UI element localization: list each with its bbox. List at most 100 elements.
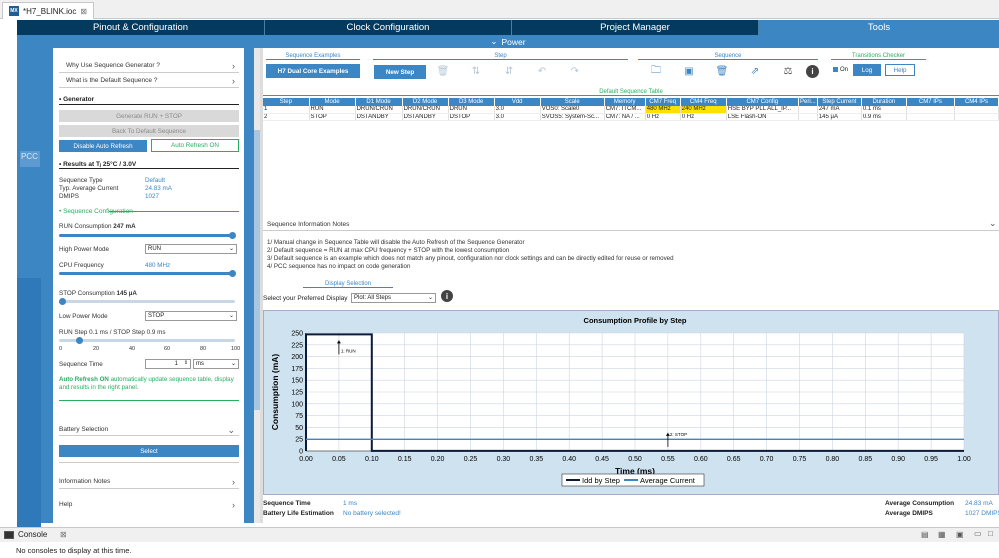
table-cell[interactable]: [906, 113, 955, 121]
tab-pinout-configuration[interactable]: Pinout & Configuration: [17, 20, 265, 35]
display-console-icon[interactable]: ▣: [956, 530, 964, 539]
disable-auto-refresh-button[interactable]: Disable Auto Refresh: [59, 140, 147, 152]
battery-select-button[interactable]: Select: [59, 445, 239, 457]
cpu-frequency-slider[interactable]: [59, 270, 236, 277]
battery-selection-header[interactable]: Battery Selection ⌄: [59, 425, 239, 435]
redo-icon[interactable]: ↷: [569, 65, 581, 77]
h7-dual-core-examples-button[interactable]: H7 Dual Core Examples: [266, 64, 360, 78]
sequence-time-spinner[interactable]: 1 ⇕: [145, 359, 191, 369]
table-cell[interactable]: 247 mA: [817, 106, 862, 114]
faq-why-sequence-generator[interactable]: Why Use Sequence Generator ? ›: [59, 61, 239, 71]
sequence-time-unit-select[interactable]: ms ⌄: [193, 359, 239, 369]
information-notes-header[interactable]: Information Notes ›: [59, 477, 239, 487]
column-header[interactable]: Step Current: [817, 98, 862, 106]
open-folder-icon[interactable]: 🗀: [650, 65, 662, 77]
table-cell[interactable]: DRUN: [448, 106, 495, 114]
tab-tools[interactable]: Tools: [759, 20, 999, 35]
column-header[interactable]: Scale: [540, 98, 605, 106]
display-select[interactable]: Plot: All Steps ⌄: [351, 293, 436, 303]
table-cell[interactable]: [798, 106, 818, 114]
column-header[interactable]: Peri...: [798, 98, 818, 106]
sequence-info-notes-title[interactable]: Sequence Information Notes: [267, 221, 349, 228]
column-header[interactable]: Mode: [309, 98, 356, 106]
pin-console-icon[interactable]: ▦: [938, 530, 946, 539]
table-row[interactable]: 2 STOP DSTANDBY DSTANDBY DSTOP 3.0 SVOS5: Syst…: [263, 113, 999, 121]
table-cell[interactable]: 0 Hz: [680, 113, 727, 121]
move-step-icon[interactable]: ⇵: [503, 65, 515, 77]
save-icon[interactable]: ▣: [683, 65, 695, 77]
table-cell[interactable]: RUN: [309, 106, 356, 114]
table-cell[interactable]: DSTOP: [448, 113, 495, 121]
high-power-mode-select[interactable]: RUN ⌄: [145, 244, 237, 254]
export-icon[interactable]: ⇗: [749, 65, 761, 77]
maximize-icon[interactable]: □: [988, 529, 993, 538]
info-icon[interactable]: i: [806, 65, 819, 78]
delete-step-icon[interactable]: 🗑: [437, 65, 450, 77]
delete-sequence-icon[interactable]: 🗑: [716, 65, 729, 77]
table-cell[interactable]: 240 MHz: [680, 106, 727, 114]
table-cell[interactable]: 1: [263, 106, 310, 114]
open-console-icon[interactable]: ▤: [921, 530, 929, 539]
close-icon[interactable]: ⊠: [80, 7, 87, 16]
table-cell[interactable]: DSTANDBY: [355, 113, 403, 121]
help-button[interactable]: Help: [885, 64, 915, 76]
table-cell[interactable]: [954, 113, 999, 121]
column-header[interactable]: Duration: [861, 98, 907, 106]
column-header[interactable]: D1 Mode: [355, 98, 403, 106]
low-power-mode-select[interactable]: STOP ⌄: [145, 311, 237, 321]
table-cell[interactable]: 3.0: [494, 113, 541, 121]
undo-icon[interactable]: ↶: [536, 65, 548, 77]
table-cell[interactable]: SVOS5: System-Sc...: [540, 113, 605, 121]
table-cell[interactable]: DRUN/CRUN: [355, 106, 403, 114]
table-cell[interactable]: DSTANDBY: [402, 113, 449, 121]
editor-tab[interactable]: MX *H7_BLINK.ioc ⊠: [2, 2, 95, 19]
table-cell[interactable]: VOS0: Scale0: [540, 106, 605, 114]
table-cell[interactable]: 0 Hz: [645, 113, 681, 121]
auto-refresh-on-button[interactable]: Auto Refresh ON: [151, 139, 239, 152]
table-cell[interactable]: CM7: ITCM...: [604, 106, 646, 114]
chevron-down-icon[interactable]: ⌄: [989, 218, 997, 229]
run-step-slider[interactable]: [59, 337, 235, 344]
column-header[interactable]: CM4 Freq: [680, 98, 727, 106]
power-section-header[interactable]: ⌄ Power: [17, 35, 999, 48]
table-row[interactable]: 1 RUN DRUN/CRUN DRUN/CRUN DRUN 3.0 VOS0: Scale…: [263, 106, 999, 114]
tab-project-manager[interactable]: Project Manager: [512, 20, 759, 35]
table-cell[interactable]: 0.1 ms: [861, 106, 907, 114]
table-cell[interactable]: 2: [263, 113, 310, 121]
table-cell[interactable]: 145 µA: [817, 113, 862, 121]
column-header[interactable]: Vdd: [494, 98, 541, 106]
table-cell[interactable]: HSE BYP PLL ALL_IP...: [726, 106, 799, 114]
column-header[interactable]: D3 Mode: [448, 98, 495, 106]
table-cell[interactable]: [798, 113, 818, 121]
compare-icon[interactable]: ⚖: [782, 65, 794, 77]
faq-default-sequence[interactable]: What is the Default Sequence ? ›: [59, 76, 239, 86]
help-header[interactable]: Help ›: [59, 500, 239, 510]
table-cell[interactable]: 0.9 ms: [861, 113, 907, 121]
tab-clock-configuration[interactable]: Clock Configuration: [265, 20, 512, 35]
close-icon[interactable]: ⊠: [60, 530, 67, 539]
slider-knob[interactable]: [76, 337, 83, 344]
info-icon[interactable]: i: [441, 290, 453, 302]
column-header[interactable]: Memory: [604, 98, 646, 106]
column-header[interactable]: CM4 IPs: [954, 98, 999, 106]
table-cell[interactable]: [906, 106, 955, 114]
table-cell[interactable]: DRUN/CRUN: [402, 106, 449, 114]
console-tab[interactable]: Console: [18, 530, 47, 539]
table-cell[interactable]: [954, 106, 999, 114]
on-checkbox[interactable]: [833, 67, 838, 72]
log-button[interactable]: Log: [853, 64, 881, 76]
column-header[interactable]: CM7 Config: [726, 98, 799, 106]
table-cell[interactable]: 480 MHz: [645, 106, 681, 114]
table-cell[interactable]: STOP: [309, 113, 356, 121]
run-consumption-slider[interactable]: [59, 232, 236, 239]
column-header[interactable]: Step: [263, 98, 310, 106]
slider-knob[interactable]: [229, 270, 236, 277]
column-header[interactable]: CM7 Freq: [645, 98, 681, 106]
table-cell[interactable]: 3.0: [494, 106, 541, 114]
slider-knob[interactable]: [59, 298, 66, 305]
stop-consumption-slider[interactable]: [59, 298, 235, 305]
minimize-icon[interactable]: ▭: [974, 529, 982, 538]
back-to-default-button[interactable]: Back To Default Sequence: [59, 125, 239, 137]
duplicate-step-icon[interactable]: ⇅: [470, 65, 482, 77]
generate-run-stop-button[interactable]: Generate RUN + STOP: [59, 110, 239, 122]
